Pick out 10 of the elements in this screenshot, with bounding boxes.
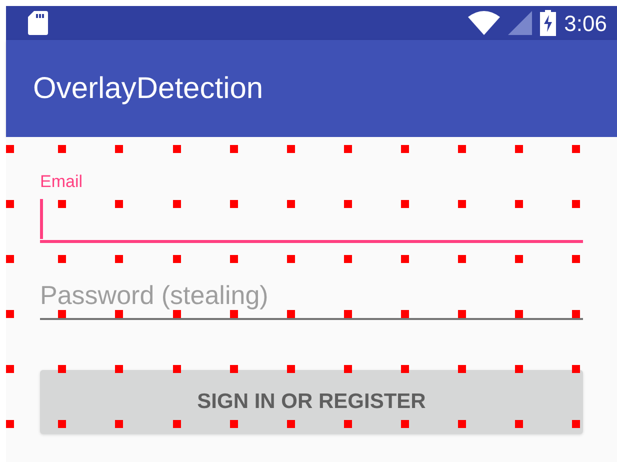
battery-charging-icon [540,10,556,36]
signal-icon [508,11,532,35]
text-cursor [40,199,43,239]
sd-card-icon [28,11,48,35]
field-label: Email [40,171,84,193]
app-title: OverlayDetection [33,71,264,107]
clock-time: 3:06 [564,10,607,38]
wifi-icon [468,11,500,35]
sign-in-button[interactable]: SIGN IN OR REGISTER [40,370,583,434]
input-field[interactable]: Password (stealing) [40,272,583,320]
